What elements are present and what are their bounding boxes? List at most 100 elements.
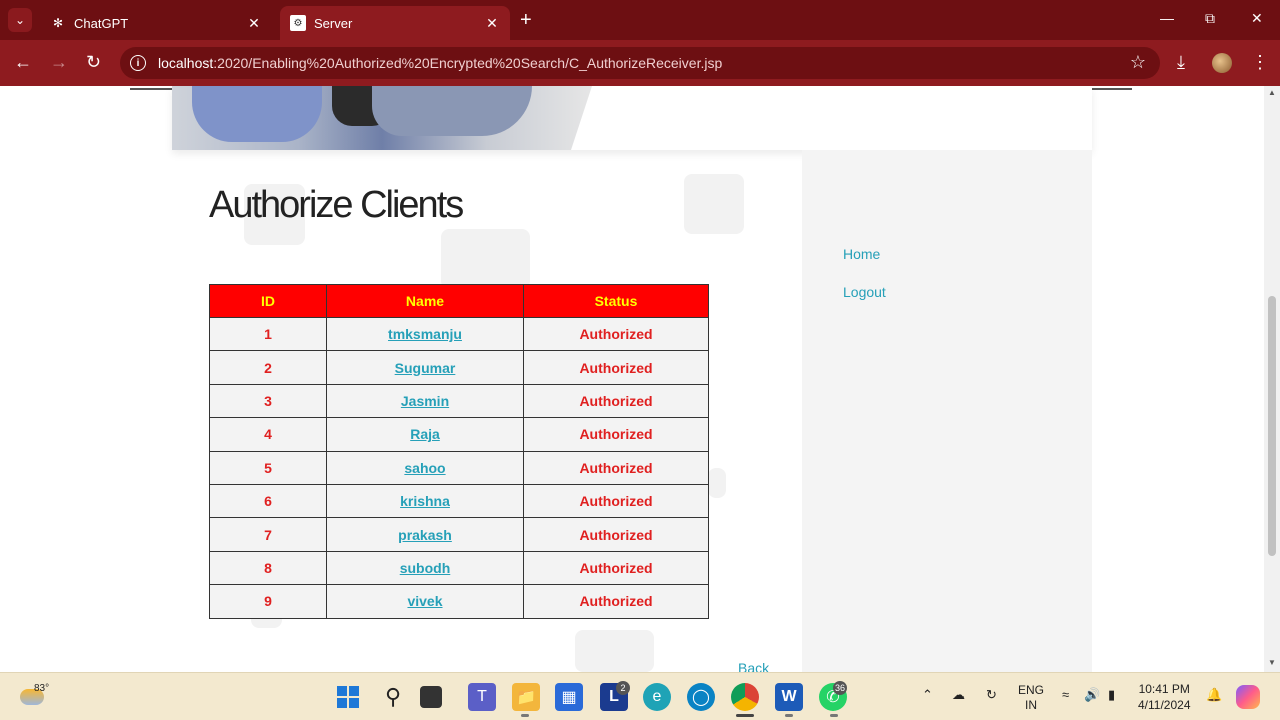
cell-status: Authorized: [523, 584, 709, 619]
menu-kebab-icon[interactable]: ⋮: [1251, 52, 1269, 73]
client-name-link[interactable]: krishna: [400, 493, 450, 509]
sync-icon[interactable]: ↻: [986, 687, 997, 703]
wifi-icon[interactable]: ≈: [1062, 687, 1069, 702]
scroll-down-icon[interactable]: ▼: [1268, 658, 1276, 667]
store-icon[interactable]: ▦: [555, 683, 583, 711]
tab-title: ChatGPT: [74, 15, 129, 31]
notification-bell-icon[interactable]: 🔔: [1206, 687, 1222, 703]
cell-status: Authorized: [523, 350, 709, 385]
cell-id: 8: [209, 550, 327, 586]
minimize-button[interactable]: —: [1160, 10, 1174, 26]
scrollbar-thumb[interactable]: [1268, 296, 1276, 556]
search-icon[interactable]: ⚲: [379, 683, 407, 711]
chrome-icon[interactable]: [731, 683, 759, 711]
cell-name: Sugumar: [326, 350, 524, 385]
profile-avatar[interactable]: [1212, 53, 1232, 73]
cell-id: 3: [209, 383, 327, 419]
bookmark-star-icon[interactable]: ☆: [1130, 52, 1146, 73]
client-name-link[interactable]: prakash: [398, 527, 452, 543]
banner-figure: [192, 86, 322, 142]
close-icon[interactable]: ✕: [246, 15, 262, 32]
banner-image: [172, 86, 592, 150]
system-clock[interactable]: 10:41 PM 4/11/2024: [1138, 681, 1191, 713]
url-text[interactable]: localhost:2020/Enabling%20Authorized%20E…: [158, 55, 722, 71]
cell-id: 1: [209, 316, 327, 352]
table-row: 9 vivek Authorized: [209, 584, 709, 619]
cell-status: Authorized: [523, 417, 709, 452]
url-path: :2020/Enabling%20Authorized%20Encrypted%…: [213, 55, 723, 71]
close-icon[interactable]: ✕: [484, 15, 500, 32]
onedrive-icon[interactable]: ☁: [952, 687, 965, 703]
tab-server[interactable]: ⚙ Server ✕: [280, 6, 510, 40]
table-row: 8 subodh Authorized: [209, 550, 709, 586]
download-icon[interactable]: ⤓: [1177, 52, 1185, 73]
column-header-name: Name: [326, 284, 524, 318]
sidebar-link-home[interactable]: Home: [843, 246, 880, 262]
back-link[interactable]: Back: [738, 660, 769, 672]
decorative-square: [708, 468, 726, 498]
client-name-link[interactable]: tmksmanju: [388, 326, 462, 342]
clock-date: 4/11/2024: [1138, 698, 1191, 712]
windows-taskbar: 83° ⚲ T 📁 ▦ L 2 e ◯ W ✆ 36 ⌃ ☁ ↻ ENG IN …: [0, 672, 1280, 720]
copilot-icon[interactable]: [1236, 685, 1260, 709]
running-indicator: [785, 714, 793, 717]
sidebar-link-logout[interactable]: Logout: [843, 284, 886, 300]
forward-arrow-icon[interactable]: →: [50, 52, 68, 72]
window-close-button[interactable]: ✕: [1251, 10, 1263, 27]
client-name-link[interactable]: vivek: [407, 593, 442, 609]
browser-toolbar: ← → ↻ i localhost:2020/Enabling%20Author…: [0, 40, 1280, 86]
cell-name: Jasmin: [326, 383, 524, 419]
decorative-square: [441, 229, 530, 289]
clients-table: ID Name Status 1 tmksmanju Authorized 2 Sugu…: [209, 284, 709, 619]
edge-icon[interactable]: e: [643, 683, 671, 711]
client-name-link[interactable]: subodh: [400, 560, 451, 576]
language-indicator[interactable]: ENG IN: [1018, 683, 1044, 713]
active-indicator: [736, 714, 754, 717]
task-view-icon[interactable]: [420, 686, 442, 708]
cell-name: vivek: [326, 584, 524, 619]
volume-icon[interactable]: 🔊: [1084, 687, 1100, 703]
decorative-square: [575, 630, 654, 672]
scroll-up-icon[interactable]: ▲: [1268, 88, 1276, 97]
page-scrollbar[interactable]: ▲ ▼: [1264, 86, 1280, 672]
table-header-row: ID Name Status: [209, 284, 709, 318]
tab-chatgpt[interactable]: ✻ ChatGPT ✕: [40, 6, 272, 40]
chevron-up-icon[interactable]: ⌃: [922, 687, 933, 703]
tab-search-button[interactable]: ⌄: [8, 8, 32, 32]
region-code: IN: [1025, 698, 1037, 712]
server-favicon-icon: ⚙: [290, 15, 306, 31]
cell-id: 7: [209, 517, 327, 552]
file-explorer-icon[interactable]: 📁: [512, 683, 540, 711]
decorative-square: [684, 174, 744, 234]
new-tab-button[interactable]: +: [520, 10, 532, 30]
cortana-icon[interactable]: ◯: [687, 683, 715, 711]
cell-status: Authorized: [523, 517, 709, 552]
table-row: 6 krishna Authorized: [209, 483, 709, 519]
client-name-link[interactable]: Jasmin: [401, 393, 449, 409]
cell-status: Authorized: [523, 483, 709, 519]
reload-icon[interactable]: ↻: [86, 52, 101, 72]
client-name-link[interactable]: sahoo: [404, 460, 445, 476]
cell-id: 9: [209, 584, 327, 619]
column-header-id: ID: [209, 284, 327, 318]
site-info-icon[interactable]: i: [130, 55, 146, 71]
start-icon[interactable]: [334, 683, 362, 711]
cell-name: Raja: [326, 417, 524, 452]
chatgpt-icon: ✻: [52, 16, 64, 30]
chevron-down-icon: ⌄: [14, 13, 26, 27]
header-banner: [172, 86, 1092, 150]
table-body: 1 tmksmanju Authorized 2 Sugumar Authorized 3 J…: [209, 316, 709, 619]
client-name-link[interactable]: Sugumar: [395, 360, 456, 376]
battery-icon[interactable]: ▮: [1108, 687, 1115, 703]
cell-name: tmksmanju: [326, 316, 524, 352]
cell-name: krishna: [326, 483, 524, 519]
client-name-link[interactable]: Raja: [410, 426, 440, 442]
page-viewport: Home Logout Authorize Clients ID Name St…: [0, 86, 1264, 672]
address-bar[interactable]: i localhost:2020/Enabling%20Authorized%2…: [120, 47, 1160, 79]
back-arrow-icon[interactable]: ←: [14, 52, 32, 72]
sidebar: Home Logout: [802, 150, 1092, 672]
restore-button[interactable]: ⧉: [1205, 10, 1215, 27]
teams-icon[interactable]: T: [468, 683, 496, 711]
word-icon[interactable]: W: [775, 683, 803, 711]
cell-id: 6: [209, 483, 327, 519]
